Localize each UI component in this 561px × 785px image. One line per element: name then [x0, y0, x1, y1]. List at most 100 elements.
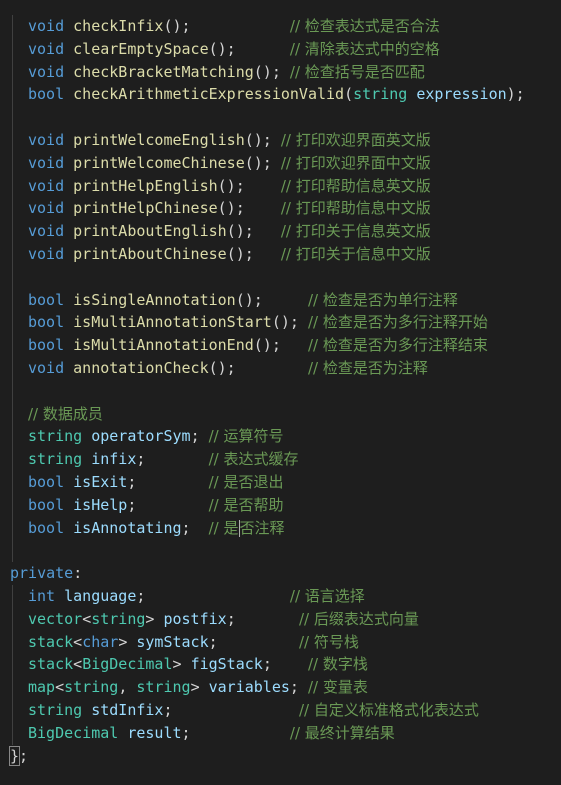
- code-token: );: [506, 85, 525, 104]
- indent-guide: [12, 151, 13, 175]
- code-line[interactable]: void printWelcomeEnglish(); // 打印欢迎界面英文版: [0, 128, 561, 152]
- code-token: bool: [28, 495, 74, 514]
- code-token: // 检查表达式是否合法: [289, 17, 440, 35]
- code-token: string: [28, 427, 92, 446]
- code-line-content: bool isHelp; // 是否帮助: [10, 496, 284, 514]
- code-token: ();: [208, 358, 308, 377]
- code-line[interactable]: string infix; // 表达式缓存: [0, 448, 561, 471]
- code-token: void: [28, 62, 74, 81]
- code-token: (: [344, 85, 354, 104]
- indent-guide: [12, 83, 13, 107]
- code-token: >: [145, 609, 164, 628]
- code-token: language: [64, 586, 137, 605]
- code-line[interactable]: BigDecimal result; // 最终计算结果: [0, 721, 561, 745]
- code-token: ;: [127, 472, 209, 491]
- code-token: ;: [262, 655, 308, 674]
- code-token: void: [28, 358, 74, 377]
- code-line[interactable]: void annotationCheck(); // 检查是否为注释: [0, 356, 561, 380]
- code-line[interactable]: vector<string> postfix; // 后缀表达式向量: [0, 607, 561, 631]
- code-line[interactable]: void printHelpChinese(); // 打印帮助信息中文版: [0, 197, 561, 221]
- code-token: >: [118, 632, 137, 651]
- code-token: char: [82, 632, 119, 651]
- code-token: // 运算符号: [208, 427, 284, 446]
- indent-guide: [12, 37, 13, 61]
- code-line[interactable]: private:: [0, 562, 561, 585]
- code-line[interactable]: // 数据成员: [0, 402, 561, 426]
- code-line[interactable]: };: [0, 745, 561, 768]
- code-token: <: [82, 609, 92, 628]
- code-line[interactable]: void clearEmptySpace(); // 清除表达式中的空格: [0, 37, 561, 61]
- code-line[interactable]: string operatorSym; // 运算符号: [0, 425, 561, 449]
- code-line[interactable]: [0, 379, 561, 403]
- code-token: ;: [190, 427, 209, 446]
- code-token: // 打印关于信息英文版: [280, 222, 431, 241]
- code-token: <: [73, 655, 83, 674]
- code-line[interactable]: bool isHelp; // 是否帮助: [0, 493, 561, 517]
- code-line[interactable]: bool checkArithmeticExpressionValid(stri…: [0, 83, 561, 107]
- code-token: BigDecimal: [82, 655, 173, 674]
- code-token: ();: [163, 17, 290, 35]
- code-token: ();: [235, 290, 308, 309]
- code-line[interactable]: bool isAnnotating; // 是否注释: [0, 516, 561, 540]
- code-token: void: [28, 199, 74, 218]
- code-token: ;: [136, 450, 209, 469]
- code-token: // 数字栈: [307, 655, 368, 674]
- code-line-content: stack<char> symStack; // 符号栈: [10, 633, 359, 651]
- code-line-content: void printWelcomeEnglish(); // 打印欢迎界面英文版: [10, 131, 431, 149]
- indent-guide: [12, 106, 13, 129]
- code-token: bool: [28, 472, 74, 491]
- code-token: // 清除表达式中的空格: [289, 39, 440, 58]
- code-token: // 检查括号是否匹配: [289, 62, 425, 81]
- code-token: string: [28, 450, 92, 469]
- code-editor[interactable]: void checkInfix(); // 检查表达式是否合法 void clea…: [0, 15, 561, 767]
- code-line[interactable]: map<string, string> variables; // 变量表: [0, 676, 561, 699]
- code-token: ;: [181, 518, 209, 537]
- code-token: int: [28, 586, 65, 605]
- code-line-content: string stdInfix; // 自定义标准格式化表达式: [10, 701, 479, 719]
- code-token: bool: [28, 518, 74, 537]
- code-line[interactable]: stack<char> symStack; // 符号栈: [0, 630, 561, 654]
- code-token: // 检查是否为注释: [307, 358, 428, 377]
- code-line[interactable]: void printWelcomeChinese(); // 打印欢迎界面中文版: [0, 151, 561, 175]
- code-token: BigDecimal: [28, 723, 128, 742]
- code-line[interactable]: bool isSingleAnnotation(); // 检查是否为单行注释: [0, 288, 561, 312]
- code-line[interactable]: stack<BigDecimal> figStack; // 数字栈: [0, 653, 561, 677]
- code-line-content: void printHelpChinese(); // 打印帮助信息中文版: [10, 199, 431, 217]
- indent-guide: [12, 402, 13, 426]
- code-token: >: [172, 655, 191, 674]
- code-token: bool: [28, 336, 74, 355]
- indent-guide: [12, 334, 13, 357]
- code-line[interactable]: [0, 265, 561, 289]
- code-token: operatorSym: [91, 427, 191, 446]
- code-line[interactable]: void checkInfix(); // 检查表达式是否合法: [0, 15, 561, 38]
- code-line[interactable]: int language; // 语言选择: [0, 584, 561, 608]
- code-line[interactable]: bool isMultiAnnotationEnd(); // 检查是否为多行注…: [0, 334, 561, 357]
- indent-guide: [12, 242, 13, 266]
- code-line[interactable]: void printAboutEnglish(); // 打印关于信息英文版: [0, 220, 561, 243]
- code-token: symStack: [136, 632, 209, 651]
- code-line[interactable]: bool isMultiAnnotationStart(); // 检查是否为多…: [0, 311, 561, 335]
- code-line[interactable]: [0, 539, 561, 563]
- code-line[interactable]: void printHelpEnglish(); // 打印帮助信息英文版: [0, 174, 561, 198]
- code-line[interactable]: void checkBracketMatching(); // 检查括号是否匹配: [0, 60, 561, 84]
- code-line[interactable]: bool isExit; // 是否退出: [0, 470, 561, 494]
- code-line[interactable]: string stdInfix; // 自定义标准格式化表达式: [0, 698, 561, 722]
- code-line-content: void printHelpEnglish(); // 打印帮助信息英文版: [10, 177, 431, 195]
- code-line[interactable]: void printAboutChinese(); // 打印关于信息中文版: [0, 242, 561, 266]
- code-line-content: private:: [10, 564, 82, 582]
- code-line[interactable]: [0, 106, 561, 129]
- code-token: string: [91, 609, 146, 628]
- code-token: // 检查是否为多行注释结束: [307, 336, 488, 355]
- code-token: // 打印关于信息中文版: [280, 244, 431, 263]
- code-token: void: [28, 130, 74, 149]
- code-token: // 变量表: [307, 678, 368, 697]
- code-token: void: [28, 244, 74, 263]
- code-line-content: bool isExit; // 是否退出: [10, 473, 284, 491]
- code-token: // 自定义标准格式化表达式: [298, 700, 479, 719]
- code-token: // 打印欢迎界面中文版: [280, 153, 431, 172]
- code-line-content: string infix; // 表达式缓存: [10, 450, 299, 468]
- indent-guide: [12, 128, 13, 152]
- indent-guide: [12, 493, 13, 517]
- code-token: ;: [226, 609, 299, 628]
- code-token: ;: [181, 723, 290, 742]
